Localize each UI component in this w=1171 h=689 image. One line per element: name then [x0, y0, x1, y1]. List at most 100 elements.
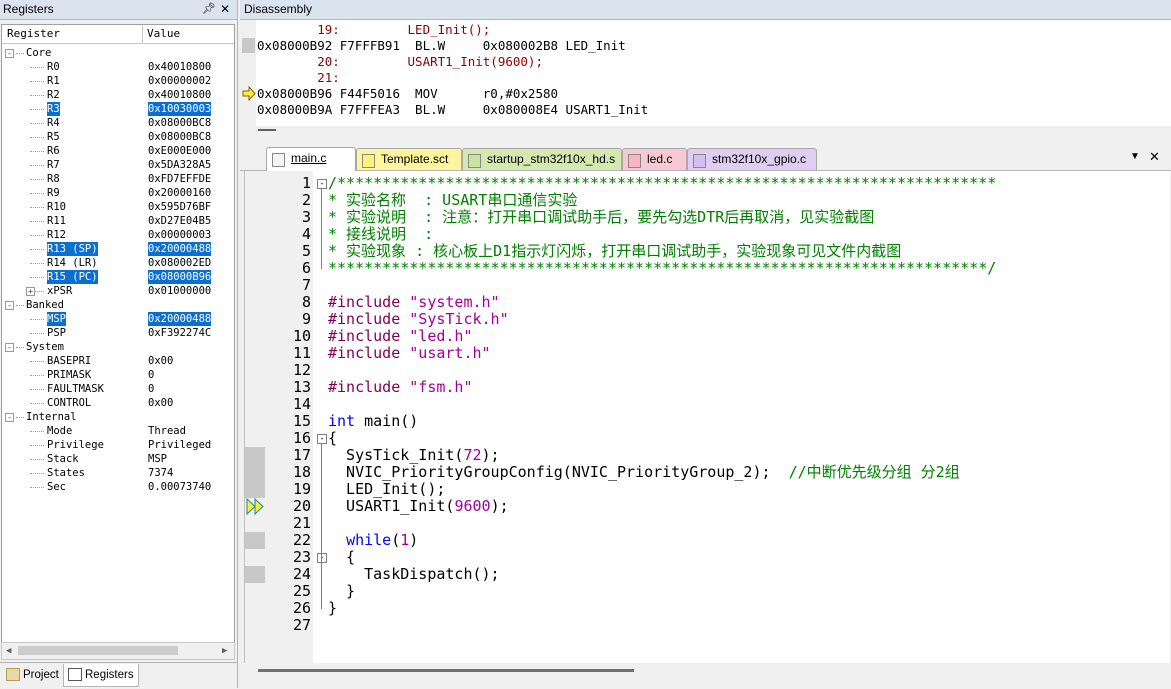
register-row[interactable]: Mode Thread [2, 424, 234, 438]
disassembly-line[interactable]: 0x08000B92 F7FFFB91 BL.W 0x080002B8 LED_… [257, 38, 626, 54]
code-line[interactable]: * 实验名称 : USART串口通信实验 [328, 192, 577, 209]
fold-toggle-icon[interactable]: - [317, 434, 327, 444]
register-row[interactable]: PRIMASK 0 [2, 368, 234, 382]
code-line[interactable]: #include "SysTick.h" [328, 311, 509, 328]
code-line[interactable]: #include "usart.h" [328, 345, 491, 362]
column-header-register[interactable]: Register [7, 25, 60, 43]
code-line[interactable]: * 实验现象 : 核心板上D1指示灯闪烁，打开串口调试助手，实验现象可见文件内截… [328, 243, 901, 260]
register-row[interactable]: R5 0x08000BC8 [2, 130, 234, 144]
code-line[interactable]: * 接线说明 : [328, 226, 433, 243]
code-line[interactable]: TaskDispatch(); [328, 566, 499, 583]
code-line[interactable]: { [328, 549, 355, 566]
register-group[interactable]: - Banked [2, 298, 234, 312]
register-row[interactable]: R12 0x00000003 [2, 228, 234, 242]
breakpoint-slot[interactable] [245, 532, 265, 549]
code-line[interactable]: NVIC_PriorityGroupConfig(NVIC_PriorityGr… [328, 464, 960, 481]
code-line[interactable]: #include "system.h" [328, 294, 500, 311]
code-line[interactable]: } [328, 600, 337, 617]
tab-startup-stm32f10x-hd-s[interactable]: startup_stm32f10x_hd.s [462, 148, 622, 170]
code-line[interactable]: /***************************************… [328, 175, 996, 192]
code-line[interactable]: while(1) [328, 532, 418, 549]
register-row[interactable]: R14 (LR) 0x080002ED [2, 256, 234, 270]
register-row[interactable]: + xPSR 0x01000000 [2, 284, 234, 298]
code-hscrollbar[interactable] [244, 664, 1169, 678]
close-icon[interactable]: ✕ [220, 0, 230, 19]
close-icon[interactable]: ✕ [1149, 149, 1160, 165]
code-editor[interactable]: 1 2 3 4 5 6 7 8 9 10 11 12 13 14 15 16 17 18 19 20 21 22 23 24 2… [244, 171, 1170, 663]
register-row[interactable]: MSP 0x20000488 [2, 312, 234, 326]
register-row[interactable]: R6 0xE000E000 [2, 144, 234, 158]
disassembly-hscrollbar[interactable] [240, 126, 1171, 140]
register-row[interactable]: Stack MSP [2, 452, 234, 466]
registers-hscrollbar[interactable]: ◀ ▶ [1, 642, 235, 660]
code-line[interactable]: } [328, 583, 355, 600]
disassembly-line[interactable]: 0x08000B9A F7FFFEA3 BL.W 0x080008E4 USAR… [257, 102, 648, 118]
code-line[interactable]: USART1_Init(9600); [328, 498, 509, 515]
collapse-icon[interactable]: - [5, 49, 14, 58]
breakpoint-slot[interactable] [245, 481, 265, 498]
disassembly-line[interactable]: 21: [257, 70, 340, 86]
fold-toggle-icon[interactable]: - [317, 179, 327, 189]
breakpoint-slot[interactable] [245, 566, 265, 583]
register-row[interactable]: R3 0x10030003 [2, 102, 234, 116]
register-row[interactable]: R0 0x40010800 [2, 60, 234, 74]
register-row[interactable]: BASEPRI 0x00 [2, 354, 234, 368]
breakpoint-slot[interactable] [242, 38, 255, 53]
expand-icon[interactable]: + [26, 287, 35, 296]
registers-tree[interactable]: Register Value - Core R0 0x40010800 R1 0x0000… [1, 24, 235, 644]
tab-template-sct[interactable]: Template.sct [356, 148, 462, 170]
scroll-left-icon[interactable]: ◀ [6, 643, 11, 659]
register-row[interactable]: R9 0x20000160 [2, 186, 234, 200]
register-group[interactable]: - Core [2, 46, 234, 60]
breakpoint-slot[interactable] [245, 464, 265, 481]
register-row[interactable]: R10 0x595D76BF [2, 200, 234, 214]
scroll-thumb[interactable] [258, 669, 634, 672]
disassembly-line[interactable]: 0x08000B96 F44F5016 MOV r0,#0x2580 [257, 86, 558, 102]
column-divider[interactable] [142, 25, 143, 43]
register-row[interactable]: R2 0x40010800 [2, 88, 234, 102]
register-row[interactable]: R1 0x00000002 [2, 74, 234, 88]
register-row[interactable]: R11 0xD27E04B5 [2, 214, 234, 228]
disassembly-line[interactable]: 19: LED_Init(); [257, 22, 490, 38]
register-row[interactable]: Privilege Privileged [2, 438, 234, 452]
fold-toggle-icon[interactable]: - [317, 553, 327, 563]
tab-stm32f10x-gpio-c[interactable]: stm32f10x_gpio.c [687, 148, 817, 170]
collapse-icon[interactable]: - [5, 301, 14, 310]
tab-project[interactable]: Project [2, 664, 63, 686]
code-line[interactable]: #include "led.h" [328, 328, 473, 345]
register-row[interactable]: R4 0x08000BC8 [2, 116, 234, 130]
code-line[interactable]: SysTick_Init(72); [328, 447, 500, 464]
code-line[interactable]: ****************************************… [328, 260, 996, 277]
register-row[interactable]: R15 (PC) 0x08000B96 [2, 270, 234, 284]
breakpoint-slot[interactable] [245, 447, 265, 464]
register-row[interactable]: CONTROL 0x00 [2, 396, 234, 410]
scroll-thumb[interactable] [18, 646, 178, 655]
scroll-thumb[interactable] [258, 129, 276, 131]
tab-main-c[interactable]: main.c [266, 147, 356, 171]
code-line[interactable]: LED_Init(); [328, 481, 445, 498]
column-header-value[interactable]: Value [147, 25, 180, 43]
register-row[interactable]: R7 0x5DA328A5 [2, 158, 234, 172]
code-line[interactable]: { [328, 430, 337, 447]
code-line[interactable]: #include "fsm.h" [328, 379, 473, 396]
collapse-icon[interactable]: - [5, 413, 14, 422]
pin-icon[interactable]: 📌︎ [202, 0, 216, 19]
register-row[interactable]: R13 (SP) 0x20000488 [2, 242, 234, 256]
tab-registers[interactable]: Registers [63, 664, 139, 687]
disassembly-gutter[interactable] [240, 20, 256, 126]
register-row[interactable]: PSP 0xF392274C [2, 326, 234, 340]
code-line[interactable]: int main() [328, 413, 418, 430]
register-row[interactable]: Sec 0.00073740 [2, 480, 234, 494]
disassembly-line[interactable]: 20: USART1_Init(9600); [257, 54, 543, 70]
code-line[interactable]: * 实验说明 : 注意：打开串口调试助手后，要先勾选DTR后再取消，见实验截图 [328, 209, 874, 226]
register-row[interactable]: States 7374 [2, 466, 234, 480]
register-row[interactable]: FAULTMASK 0 [2, 382, 234, 396]
tab-led-c[interactable]: led.c [622, 148, 687, 170]
scroll-right-icon[interactable]: ▶ [222, 643, 227, 659]
breakpoint-gutter[interactable] [245, 171, 265, 663]
register-group[interactable]: - Internal [2, 410, 234, 424]
collapse-icon[interactable]: - [5, 343, 14, 352]
register-group[interactable]: - System [2, 340, 234, 354]
chevron-down-icon[interactable]: ▼ [1130, 151, 1140, 162]
register-row[interactable]: R8 0xFD7EFFDE [2, 172, 234, 186]
